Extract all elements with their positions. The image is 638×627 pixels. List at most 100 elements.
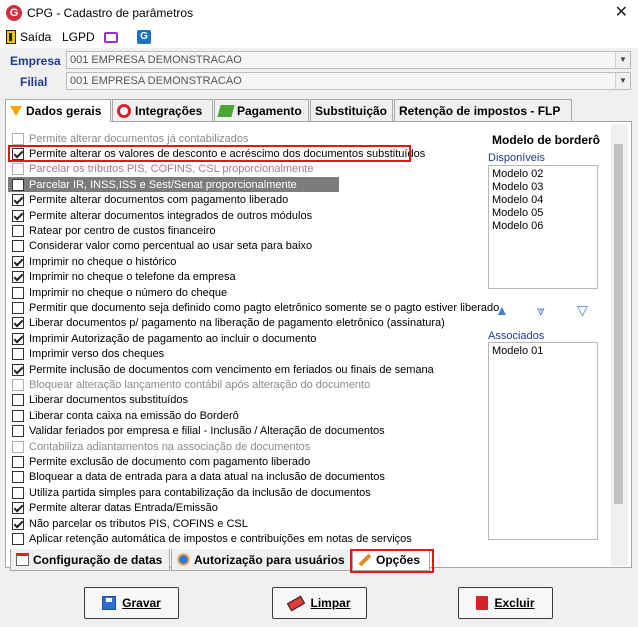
- tab-pagamento[interactable]: Pagamento: [214, 99, 309, 121]
- delete-button[interactable]: Excluir: [458, 587, 553, 619]
- checkbox[interactable]: [12, 394, 24, 407]
- g-app-button[interactable]: G: [137, 29, 151, 45]
- tab-integracoes[interactable]: Integrações: [112, 99, 213, 121]
- available-label: Disponíveis: [488, 152, 545, 164]
- option-label: Aplicar retenção automática de impostos …: [29, 532, 412, 545]
- checkbox[interactable]: [12, 332, 24, 345]
- tab-configuracao-datas[interactable]: Configuração de datas: [10, 549, 170, 571]
- list-item[interactable]: Modelo 06: [492, 220, 594, 233]
- option-label: Imprimir Autorização de pagamento ao inc…: [29, 332, 317, 345]
- option-row[interactable]: Imprimir verso dos cheques: [8, 347, 164, 362]
- vertical-scrollbar[interactable]: [611, 124, 628, 566]
- save-button[interactable]: Gravar: [84, 587, 179, 619]
- empresa-select[interactable]: 001 EMPRESA DEMONSTRACAO ▼: [66, 51, 631, 69]
- user-icon: [177, 553, 190, 566]
- option-row[interactable]: Imprimir no cheque o telefone da empresa: [8, 270, 236, 285]
- move-to-bottom-icon[interactable]: ⩔: [537, 302, 545, 319]
- lgpd-button[interactable]: LGPD: [62, 29, 95, 45]
- option-row[interactable]: Considerar valor como percentual ao usar…: [8, 239, 312, 254]
- option-row[interactable]: Permite alterar documentos com pagamento…: [8, 193, 288, 208]
- trash-icon: [476, 596, 489, 610]
- checkbox[interactable]: [12, 409, 24, 422]
- checkbox[interactable]: [12, 286, 24, 299]
- tab-autorizacao-usuarios[interactable]: Autorização para usuários: [171, 549, 351, 571]
- checkbox[interactable]: [12, 532, 24, 545]
- tab-retencao-impostos[interactable]: Retenção de impostos - FLP: [394, 99, 572, 121]
- option-row[interactable]: Imprimir no cheque o histórico: [8, 254, 176, 269]
- monitor-button[interactable]: [104, 29, 118, 45]
- checkbox[interactable]: [12, 440, 24, 453]
- checkbox[interactable]: [12, 255, 24, 268]
- option-row[interactable]: Ratear por centro de custos financeiro: [8, 223, 216, 238]
- chevron-down-icon[interactable]: ▼: [615, 73, 630, 89]
- list-item[interactable]: Modelo 03: [492, 181, 594, 194]
- checkbox[interactable]: [12, 194, 24, 207]
- checkbox[interactable]: [12, 132, 24, 145]
- option-label: Imprimir no cheque o histórico: [29, 255, 177, 268]
- monitor-icon: [104, 31, 118, 43]
- checkbox[interactable]: [12, 455, 24, 468]
- option-row[interactable]: Contabiliza adiantamentos na associação …: [8, 439, 310, 454]
- checkbox[interactable]: [12, 425, 24, 438]
- option-row[interactable]: Utiliza partida simples para contabiliza…: [8, 485, 371, 500]
- move-up-icon[interactable]: ▲: [495, 302, 509, 318]
- checkbox[interactable]: [12, 486, 24, 499]
- close-icon[interactable]: ✕: [615, 2, 628, 22]
- option-row[interactable]: Permite exclusão de documento com pagame…: [8, 454, 310, 469]
- list-item[interactable]: Modelo 04: [492, 194, 594, 207]
- chevron-down-icon[interactable]: ▼: [615, 52, 630, 68]
- list-item[interactable]: Modelo 05: [492, 207, 594, 220]
- checkbox[interactable]: [12, 271, 24, 284]
- option-row[interactable]: Liberar documentos substituídos: [8, 393, 188, 408]
- checkbox[interactable]: [12, 471, 24, 484]
- option-row[interactable]: Aplicar retenção automática de impostos …: [8, 531, 412, 546]
- clear-button[interactable]: Limpar: [272, 587, 367, 619]
- option-row[interactable]: Validar feriados por empresa e filial - …: [8, 424, 385, 439]
- option-row[interactable]: Parcelar os tributos PIS, COFINS, CSL pr…: [8, 162, 314, 177]
- checkbox[interactable]: [12, 348, 24, 361]
- option-label: Permite alterar documentos integrados de…: [29, 209, 313, 222]
- checkbox[interactable]: [12, 163, 24, 176]
- option-row[interactable]: Imprimir no cheque o número do cheque: [8, 285, 227, 300]
- checkbox[interactable]: [12, 224, 24, 237]
- option-row[interactable]: Permite inclusão de documentos com venci…: [8, 362, 434, 377]
- option-row[interactable]: Bloquear alteração lançamento contábil a…: [8, 377, 370, 392]
- checkbox[interactable]: [12, 502, 24, 515]
- list-item[interactable]: Modelo 01: [492, 345, 594, 358]
- checkbox[interactable]: [12, 240, 24, 253]
- checkbox[interactable]: [12, 378, 24, 391]
- tab-substituicao[interactable]: Substituição: [310, 99, 393, 121]
- option-row[interactable]: Liberar documentos p/ pagamento na liber…: [8, 316, 445, 331]
- filial-select[interactable]: 001 EMPRESA DEMONSTRACAO ▼: [66, 72, 631, 90]
- checkbox[interactable]: [12, 178, 24, 191]
- associated-models-list[interactable]: Modelo 01: [488, 342, 598, 540]
- option-label: Ratear por centro de custos financeiro: [29, 224, 216, 237]
- option-row[interactable]: Não parcelar os tributos PIS, COFINS e C…: [8, 516, 248, 531]
- scrollbar-thumb[interactable]: [614, 144, 623, 504]
- option-row[interactable]: Permitir que documento seja definido com…: [8, 300, 499, 315]
- option-row[interactable]: Liberar conta caixa na emissão do Border…: [8, 408, 239, 423]
- integration-icon: [117, 103, 131, 118]
- app-logo-icon: G: [6, 5, 22, 21]
- exit-label: Saída: [20, 30, 52, 44]
- option-row[interactable]: Parcelar IR, INSS,ISS e Sest/Senat propo…: [8, 177, 339, 193]
- option-row[interactable]: Permite alterar datas Entrada/Emissão: [8, 501, 218, 516]
- option-label: Permitir que documento seja definido com…: [29, 301, 500, 314]
- option-label: Imprimir no cheque o telefone da empresa: [29, 271, 236, 284]
- option-row[interactable]: Permite alterar documentos já contabiliz…: [8, 131, 249, 146]
- move-down-icon[interactable]: ▽: [577, 302, 588, 319]
- tab-label: Substituição: [315, 103, 388, 118]
- option-row[interactable]: Permite alterar documentos integrados de…: [8, 208, 312, 223]
- option-row[interactable]: Bloquear a data de entrada para a data a…: [8, 470, 385, 485]
- available-models-list[interactable]: Modelo 02 Modelo 03 Modelo 04 Modelo 05 …: [488, 165, 598, 289]
- checkbox[interactable]: [12, 363, 24, 376]
- checkbox[interactable]: [12, 301, 24, 314]
- checkbox[interactable]: [12, 317, 24, 330]
- checkbox[interactable]: [12, 209, 24, 222]
- list-item[interactable]: Modelo 02: [492, 168, 594, 181]
- option-row[interactable]: Imprimir Autorização de pagamento ao inc…: [8, 331, 316, 346]
- empresa-label: Empresa: [10, 54, 61, 68]
- tab-dados-gerais[interactable]: Dados gerais: [5, 99, 111, 122]
- checkbox[interactable]: [12, 517, 24, 530]
- exit-button[interactable]: Saída: [6, 29, 51, 45]
